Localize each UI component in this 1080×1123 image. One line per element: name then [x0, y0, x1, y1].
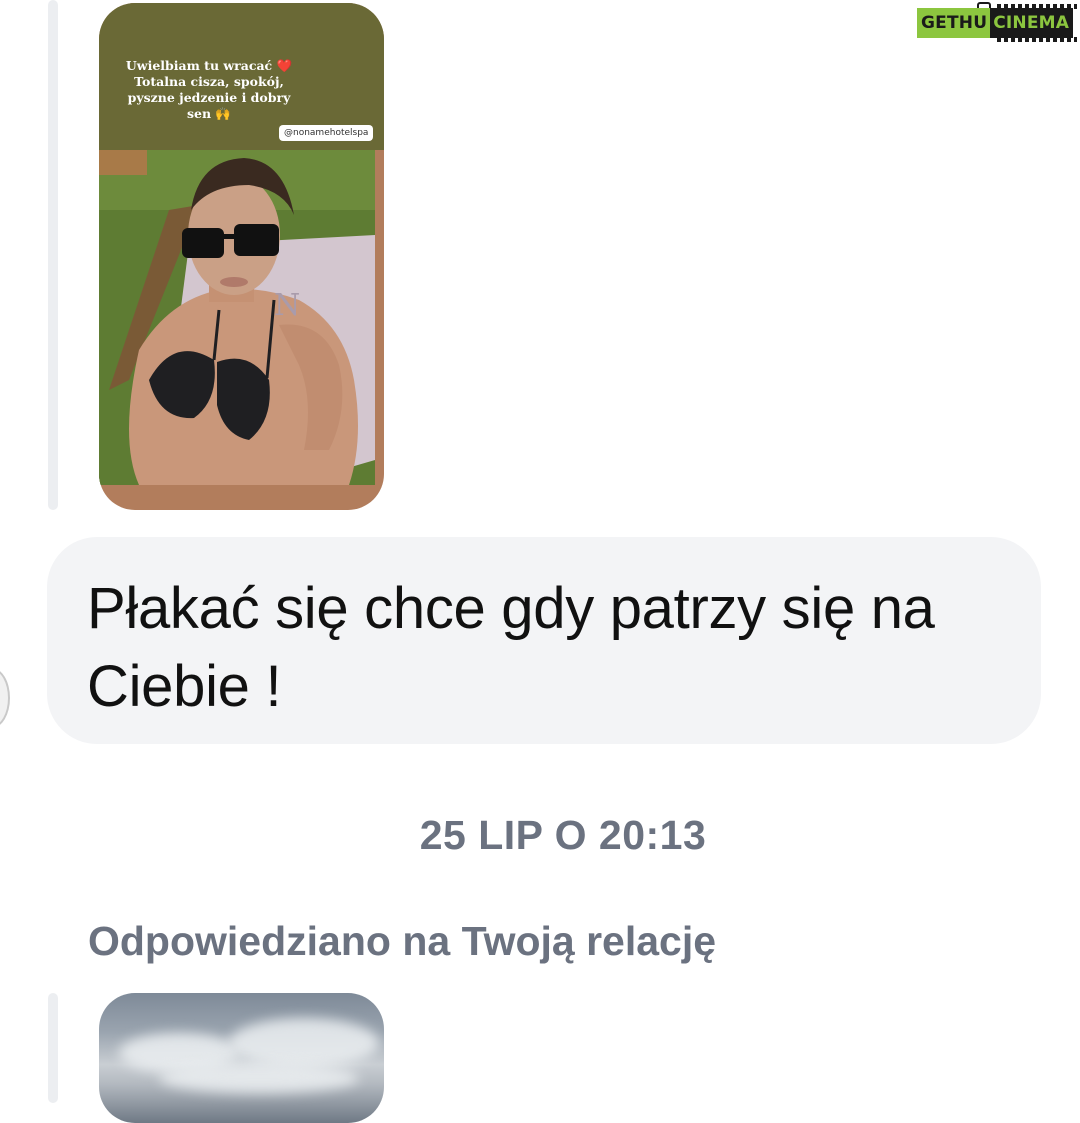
story-caption: Uwielbiam tu wracać ❤️ Totalna cisza, sp… [125, 58, 293, 121]
message-timestamp: 25 LIP O 20:13 [419, 812, 707, 858]
story-photo-illustration: N [99, 150, 375, 485]
story-photo: N [99, 150, 375, 485]
reply-thread-line [48, 0, 58, 510]
watermark-right-text: CINEMA [990, 8, 1074, 38]
svg-text:N: N [274, 288, 300, 323]
watermark-logo: GETHU CINEMA [917, 2, 1077, 42]
message-bubble[interactable]: Płakać się chce gdy patrzy się na Ciebie… [47, 537, 1041, 744]
film-strip-bottom [997, 37, 1077, 42]
watermark-text: GETHU CINEMA [917, 8, 1074, 38]
sender-avatar[interactable] [0, 668, 10, 728]
cloud-shape [159, 1063, 359, 1093]
story-mention-tag: @nonamehotelspa [279, 125, 374, 141]
story-reply-label: Odpowiedziano na Twoją relację [88, 918, 717, 964]
watermark-left-text: GETHU [917, 8, 991, 38]
reply-thread-line [48, 993, 58, 1103]
story-thumbnail[interactable] [99, 993, 384, 1123]
story-thumbnail[interactable]: Uwielbiam tu wracać ❤️ Totalna cisza, sp… [99, 3, 384, 510]
message-text: Płakać się chce gdy patrzy się na Ciebie… [87, 576, 935, 719]
cloud-shape [229, 1018, 379, 1068]
